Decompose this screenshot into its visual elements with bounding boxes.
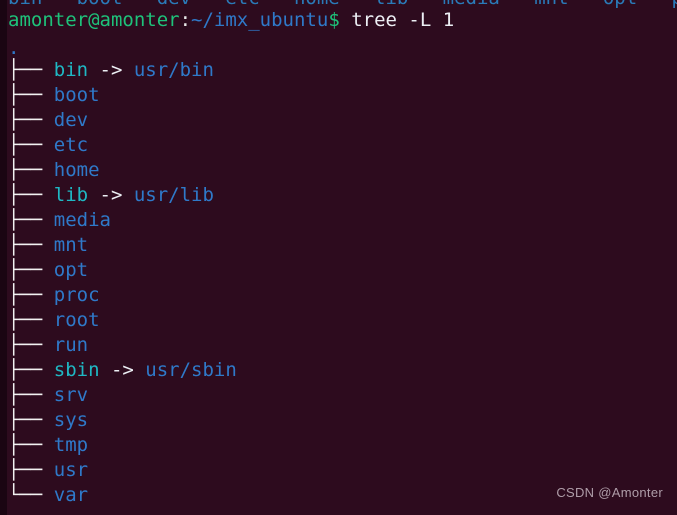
tree-branch-icon: ├── [8,209,54,231]
tree-entry-row: ├── srv [8,383,88,408]
tree-branch-icon: ├── [8,384,54,406]
tree-entry-row: ├── opt [8,258,88,283]
tree-entry-row: ├── sys [8,408,88,433]
symlink-target: usr/sbin [145,359,237,381]
tree-entry-row: ├── boot [8,83,100,108]
window-left-edge [0,0,7,515]
tree-entry-row: └── var [8,483,88,508]
tree-entry-name: srv [53,384,89,406]
tree-entry-name: mnt [53,234,89,256]
tree-branch-icon: ├── [8,84,54,106]
prompt-separator: : [179,9,192,31]
prompt-path: ~/imx_ubuntu [191,9,329,31]
tree-entry-row: ├── mnt [8,233,88,258]
tree-branch-icon: ├── [8,259,54,281]
tree-entry-name: proc [53,284,100,306]
tree-entry-row: ├── home [8,158,100,183]
prompt-symbol: $ [328,9,340,31]
tree-branch-icon: ├── [8,59,54,81]
tree-branch-icon: ├── [8,434,54,456]
tree-branch-icon: ├── [8,159,54,181]
prompt-user-host: amonter@amonter [8,9,180,31]
tree-branch-icon: ├── [8,409,54,431]
tree-entry-row: ├── root [8,308,100,333]
tree-entry-name: bin [53,59,89,81]
tree-entry-name: tmp [53,434,89,456]
tree-branch-icon: ├── [8,284,54,306]
tree-entry-name: usr [53,459,89,481]
typed-command: tree -L 1 [339,9,455,31]
tree-entry-name: etc [53,134,89,156]
symlink-arrow-icon: -> [88,59,134,81]
tree-entry-name: root [53,309,100,331]
tree-branch-icon: ├── [8,309,54,331]
tree-entry-name: opt [53,259,89,281]
tree-entry-row: ├── proc [8,283,100,308]
csdn-watermark: CSDN @Amonter [556,485,663,500]
tree-entry-row: ├── media [8,208,111,233]
tree-entry-name: media [53,209,111,231]
tree-branch-last-icon: └── [8,484,54,506]
symlink-target: usr/lib [133,184,214,206]
tree-entry-name: boot [53,84,100,106]
tree-entry-name: lib [53,184,89,206]
tree-entry-row: ├── tmp [8,433,88,458]
symlink-target: usr/bin [133,59,214,81]
tree-branch-icon: ├── [8,109,54,131]
terminal-window[interactable]: bin boot dev etc home lib media mnt opt … [0,0,677,515]
symlink-arrow-icon: -> [99,359,146,381]
shell-prompt-line: amonter@amonter:~/imx_ubuntu$ tree -L 1 [8,8,454,33]
tree-entry-name: run [53,334,89,356]
tree-entry-name: sys [53,409,89,431]
tree-branch-icon: ├── [8,234,54,256]
tree-branch-icon: ├── [8,184,54,206]
tree-branch-icon: ├── [8,459,54,481]
tree-entry-row: ├── bin -> usr/bin [8,58,214,83]
tree-root-label: . [8,37,20,59]
tree-entry-name: dev [53,109,89,131]
tree-entry-name: sbin [53,359,100,381]
tree-entry-row: ├── sbin -> usr/sbin [8,358,237,383]
tree-entry-row: ├── etc [8,133,88,158]
tree-entry-name: var [53,484,89,506]
tree-entry-name: home [53,159,100,181]
symlink-arrow-icon: -> [88,184,134,206]
tree-entry-row: ├── usr [8,458,88,483]
tree-entry-row: ├── lib -> usr/lib [8,183,214,208]
tree-entry-row: ├── run [8,333,88,358]
tree-entry-row: ├── dev [8,108,88,133]
tree-branch-icon: ├── [8,334,54,356]
tree-branch-icon: ├── [8,134,54,156]
tree-branch-icon: ├── [8,359,54,381]
